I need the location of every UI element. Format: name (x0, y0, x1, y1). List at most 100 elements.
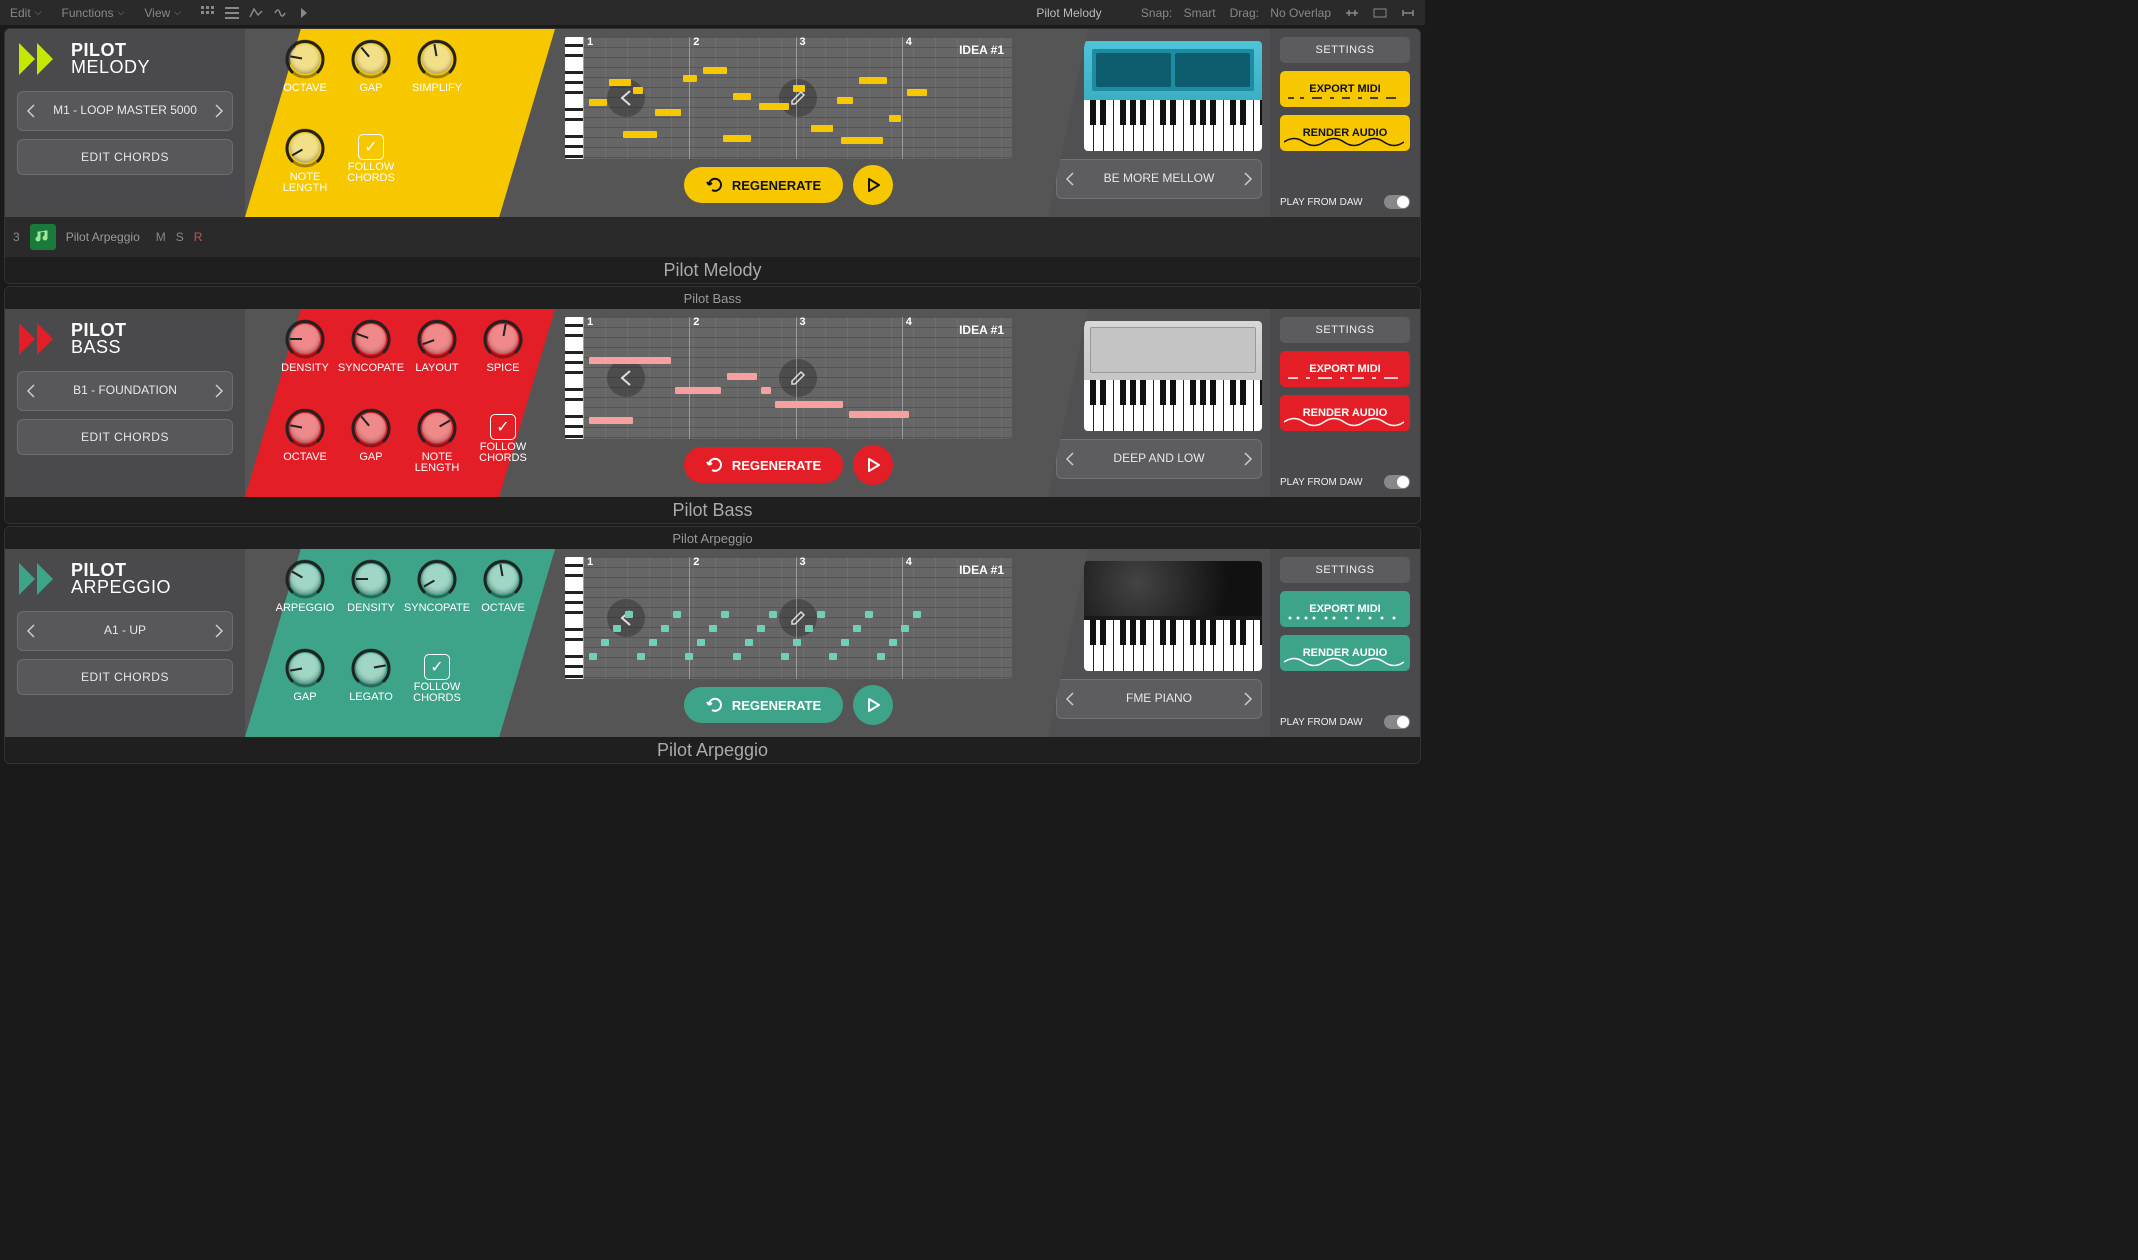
play-button[interactable] (853, 685, 893, 725)
midi-note[interactable] (609, 79, 631, 86)
export-midi-button[interactable]: EXPORT MIDI (1280, 71, 1410, 107)
knob-simplify[interactable] (415, 37, 459, 81)
midi-note[interactable] (655, 109, 681, 116)
instr-prev-icon[interactable] (1057, 440, 1083, 478)
midi-note[interactable] (625, 611, 633, 618)
midi-note[interactable] (889, 639, 897, 646)
track-record[interactable]: R (194, 230, 203, 244)
instr-prev-icon[interactable] (1057, 160, 1083, 198)
render-audio-button[interactable]: RENDER AUDIO (1280, 395, 1410, 431)
midi-note[interactable] (859, 77, 887, 84)
midi-note[interactable] (769, 611, 777, 618)
play-from-daw-toggle[interactable] (1384, 715, 1410, 729)
midi-note[interactable] (901, 625, 909, 632)
plugin-titlebar[interactable]: Pilot Bass (5, 287, 1420, 309)
midi-note[interactable] (649, 639, 657, 646)
regenerate-button[interactable]: REGENERATE (684, 167, 843, 203)
instr-prev-icon[interactable] (1057, 680, 1083, 718)
knob-octave[interactable] (481, 557, 525, 601)
midi-note[interactable] (781, 653, 789, 660)
instr-next-icon[interactable] (1235, 160, 1261, 198)
instrument-preset-selector[interactable]: DEEP AND LOW (1056, 439, 1262, 479)
instrument-preset-selector[interactable]: BE MORE MELLOW (1056, 159, 1262, 199)
midi-note[interactable] (837, 97, 853, 104)
knob-gap[interactable] (349, 406, 393, 450)
midi-note[interactable] (685, 653, 693, 660)
track-name[interactable]: Pilot Arpeggio (66, 230, 140, 244)
midi-note[interactable] (853, 625, 861, 632)
midi-note[interactable] (761, 387, 771, 394)
edit-chords-button[interactable]: EDIT CHORDS (17, 419, 233, 455)
knob-density[interactable] (349, 557, 393, 601)
midi-note[interactable] (913, 611, 921, 618)
preset-next-icon[interactable] (206, 372, 232, 410)
render-audio-button[interactable]: RENDER AUDIO (1280, 635, 1410, 671)
play-from-daw-toggle[interactable] (1384, 195, 1410, 209)
play-from-daw-toggle[interactable] (1384, 475, 1410, 489)
settings-button[interactable]: SETTINGS (1280, 557, 1410, 583)
follow-chords-checkbox[interactable]: ✓ (358, 134, 384, 160)
midi-note[interactable] (805, 625, 813, 632)
play-button[interactable] (853, 445, 893, 485)
midi-note[interactable] (841, 137, 883, 144)
track-mute[interactable]: M (156, 230, 166, 244)
preset-selector[interactable]: B1 - FOUNDATION (17, 371, 233, 411)
midi-note[interactable] (633, 87, 643, 94)
render-audio-button[interactable]: RENDER AUDIO (1280, 115, 1410, 151)
midi-note[interactable] (817, 611, 825, 618)
midi-note[interactable] (589, 357, 671, 364)
edit-chords-button[interactable]: EDIT CHORDS (17, 659, 233, 695)
instr-next-icon[interactable] (1235, 440, 1261, 478)
midi-note[interactable] (623, 131, 657, 138)
midi-note[interactable] (709, 625, 717, 632)
knob-octave[interactable] (283, 406, 327, 450)
midi-note[interactable] (733, 93, 751, 100)
regenerate-button[interactable]: REGENERATE (684, 687, 843, 723)
list-icon[interactable] (225, 6, 239, 20)
midi-note[interactable] (811, 125, 833, 132)
knob-arpeggio[interactable] (283, 557, 327, 601)
follow-chords-checkbox[interactable]: ✓ (490, 414, 516, 440)
midi-note[interactable] (675, 387, 721, 394)
knob-note-length[interactable] (283, 126, 327, 170)
automation-icon[interactable] (249, 6, 263, 20)
midi-note[interactable] (889, 115, 901, 122)
menu-edit[interactable]: Edit⌵ (10, 6, 42, 20)
menu-view[interactable]: View⌵ (144, 6, 181, 20)
midi-note[interactable] (589, 653, 597, 660)
settings-button[interactable]: SETTINGS (1280, 37, 1410, 63)
edit-idea-button[interactable] (779, 359, 817, 397)
plugin-titlebar[interactable]: Pilot Arpeggio (5, 527, 1420, 549)
midi-note[interactable] (683, 75, 697, 82)
midi-note[interactable] (865, 611, 873, 618)
instrument-preset-selector[interactable]: FME PIANO (1056, 679, 1262, 719)
edit-chords-button[interactable]: EDIT CHORDS (17, 139, 233, 175)
catch-icon[interactable] (297, 6, 311, 20)
midi-note[interactable] (793, 85, 805, 92)
midi-note[interactable] (703, 67, 727, 74)
preset-next-icon[interactable] (206, 612, 232, 650)
follow-chords-checkbox[interactable]: ✓ (424, 654, 450, 680)
bounds-icon[interactable] (1373, 6, 1387, 20)
midi-note[interactable] (661, 625, 669, 632)
midi-note[interactable] (733, 653, 741, 660)
grid-icon[interactable] (201, 6, 215, 20)
track-instrument-icon[interactable] (30, 224, 56, 250)
midi-note[interactable] (727, 373, 757, 380)
preset-selector[interactable]: M1 - LOOP MASTER 5000 (17, 91, 233, 131)
settings-button[interactable]: SETTINGS (1280, 317, 1410, 343)
midi-note[interactable] (841, 639, 849, 646)
midi-note[interactable] (723, 135, 751, 142)
midi-note[interactable] (745, 639, 753, 646)
knob-spice[interactable] (481, 317, 525, 361)
midi-note[interactable] (759, 103, 789, 110)
midi-note[interactable] (721, 611, 729, 618)
knob-density[interactable] (283, 317, 327, 361)
midi-note[interactable] (877, 653, 885, 660)
knob-legato[interactable] (349, 646, 393, 690)
export-midi-button[interactable]: EXPORT MIDI (1280, 591, 1410, 627)
midi-note[interactable] (589, 99, 607, 106)
knob-syncopate[interactable] (349, 317, 393, 361)
link-icon[interactable] (1345, 6, 1359, 20)
midi-note[interactable] (637, 653, 645, 660)
